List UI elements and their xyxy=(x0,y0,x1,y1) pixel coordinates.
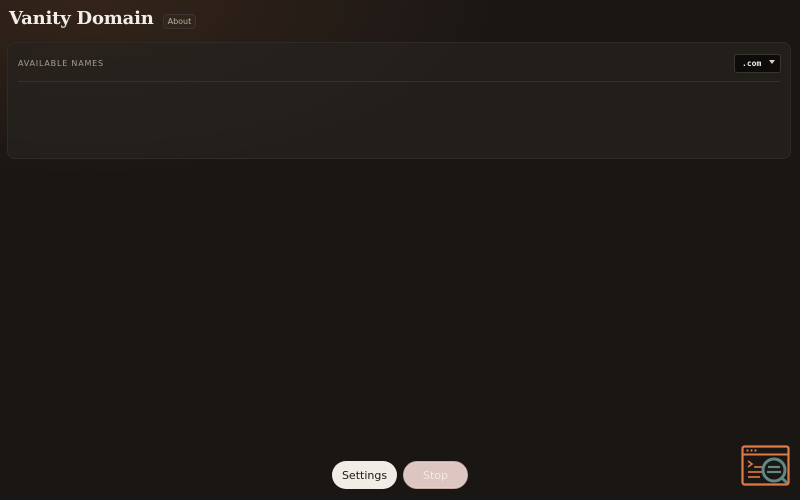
bottom-controls: Settings Stop xyxy=(332,461,468,489)
terminal-window-search-icon xyxy=(741,445,790,486)
tld-select[interactable]: .com xyxy=(734,54,781,73)
settings-button[interactable]: Settings xyxy=(332,461,397,489)
names-list xyxy=(18,82,780,150)
chevron-down-icon xyxy=(769,59,775,64)
app-header: Vanity Domain About xyxy=(9,6,197,32)
stop-button[interactable]: Stop xyxy=(403,461,468,489)
available-names-label: AVAILABLE NAMES xyxy=(18,59,104,68)
about-button[interactable]: About xyxy=(162,14,197,29)
tld-selected-value: .com xyxy=(742,59,762,68)
terminal-search-fab[interactable] xyxy=(741,445,791,489)
app-title: Vanity Domain xyxy=(9,8,154,29)
available-names-panel: AVAILABLE NAMES .com xyxy=(7,42,791,159)
